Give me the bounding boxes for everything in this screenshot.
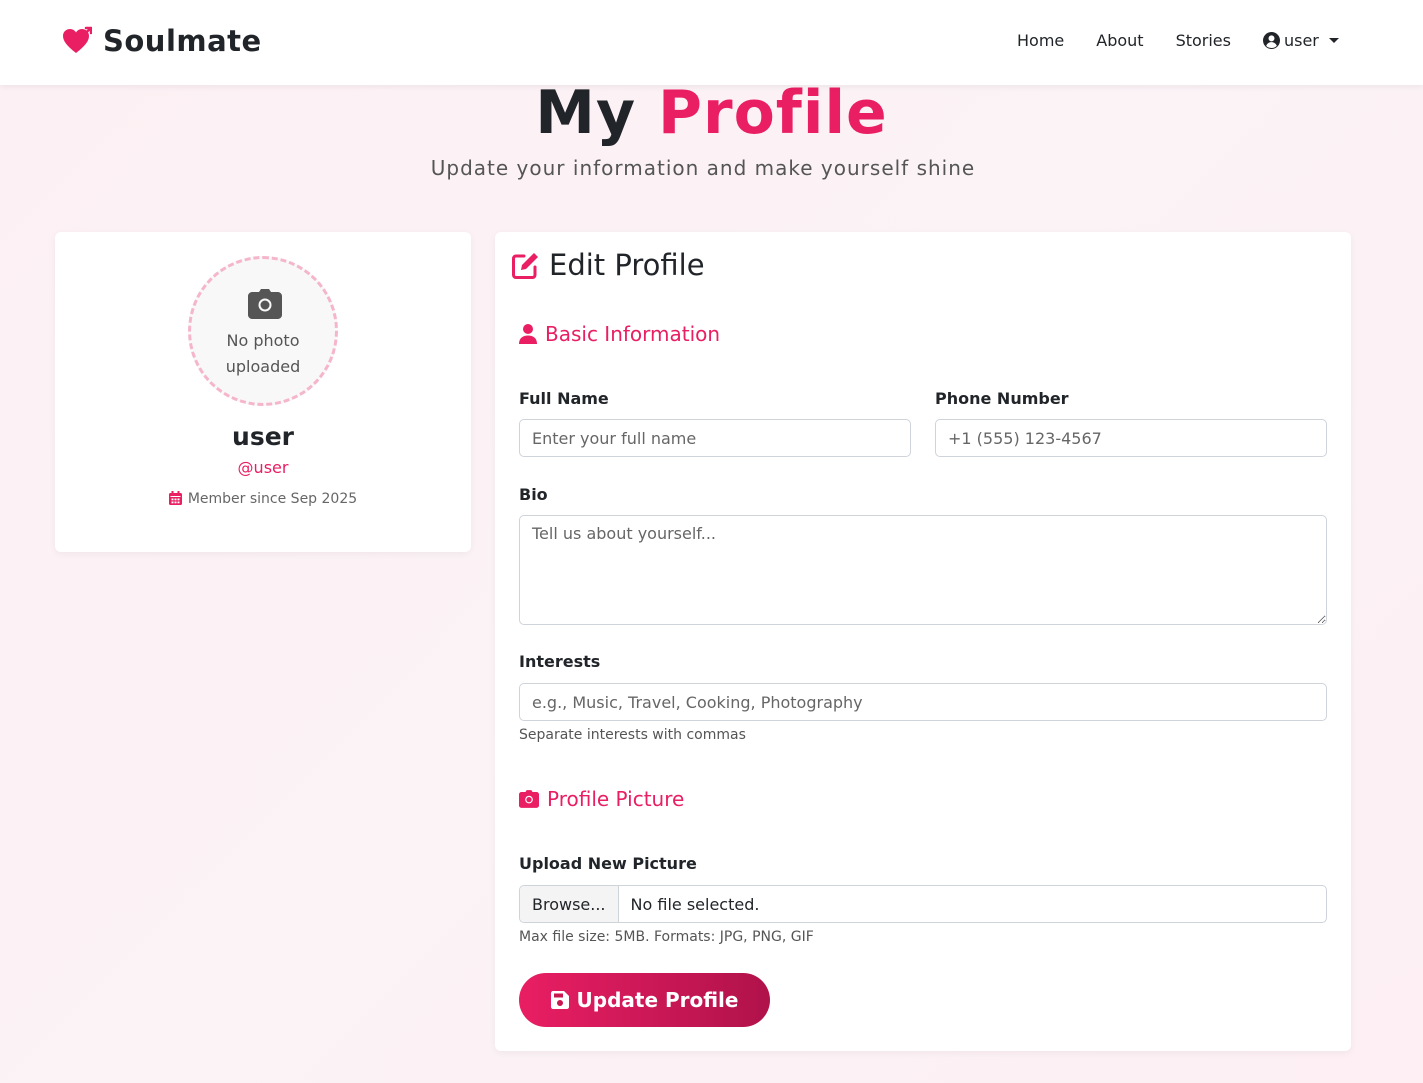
update-profile-button[interactable]: Update Profile: [519, 973, 770, 1027]
basic-information-title: Basic Information: [545, 322, 721, 346]
heart-arrow-icon: [62, 26, 93, 56]
page-title: My Profile: [0, 78, 1423, 148]
nav-stories-link[interactable]: Stories: [1176, 31, 1231, 50]
camera-icon: [519, 790, 539, 808]
edit-profile-title-text: Edit Profile: [549, 248, 705, 282]
user-icon: [519, 324, 537, 344]
page-subtitle: Update your information and make yoursel…: [430, 156, 976, 180]
user-circle-icon: [1262, 32, 1280, 49]
bio-label: Bio: [519, 485, 548, 504]
profile-picture-file-input[interactable]: Browse... No file selected.: [519, 885, 1327, 923]
full-name-input[interactable]: [519, 419, 911, 457]
user-menu-dropdown[interactable]: user: [1262, 31, 1339, 50]
phone-number-label: Phone Number: [935, 389, 1069, 408]
member-since: Member since Sep 2025: [55, 491, 471, 507]
full-name-label: Full Name: [519, 389, 609, 408]
edit-profile-title: Edit Profile: [511, 248, 705, 282]
upload-picture-label: Upload New Picture: [519, 854, 697, 873]
profile-picture-heading: Profile Picture: [519, 787, 684, 811]
profile-summary-card: No photo uploaded user @user Member sinc…: [55, 232, 471, 552]
navbar: Soulmate Home About Stories user: [0, 0, 1423, 85]
upload-help: Max file size: 5MB. Formats: JPG, PNG, G…: [519, 929, 814, 945]
avatar-text: No photo uploaded: [225, 331, 301, 376]
file-status: No file selected.: [630, 894, 760, 914]
browse-button[interactable]: Browse...: [520, 886, 619, 922]
nav-about-link[interactable]: About: [1096, 31, 1143, 50]
brand[interactable]: Soulmate: [62, 24, 262, 58]
page-title-plain: My: [535, 78, 637, 148]
edit-profile-card: Edit Profile Basic Information Full Name…: [495, 232, 1351, 1051]
phone-number-input[interactable]: [935, 419, 1327, 457]
avatar-placeholder[interactable]: No photo uploaded: [188, 256, 338, 406]
interests-label: Interests: [519, 652, 601, 671]
edit-icon: [512, 252, 538, 279]
profile-picture-title: Profile Picture: [547, 787, 685, 811]
interests-help: Separate interests with commas: [519, 727, 746, 743]
caret-down-icon: [1328, 38, 1339, 43]
user-menu-label: user: [1283, 31, 1319, 50]
camera-icon: [248, 289, 282, 319]
calendar-icon: [168, 491, 182, 505]
member-since-text: Member since Sep 2025: [187, 491, 358, 507]
interests-input[interactable]: [519, 683, 1327, 721]
nav-links: Home About Stories user: [1017, 31, 1339, 50]
page-title-accent: Profile: [658, 78, 888, 148]
profile-handle: @user: [237, 458, 289, 477]
bio-textarea[interactable]: [519, 515, 1327, 625]
save-icon: [550, 991, 569, 1009]
profile-name: user: [232, 422, 294, 451]
basic-information-heading: Basic Information: [519, 322, 720, 346]
nav-home-link[interactable]: Home: [1017, 31, 1064, 50]
update-profile-label: Update Profile: [576, 988, 739, 1012]
brand-name: Soulmate: [103, 24, 262, 58]
